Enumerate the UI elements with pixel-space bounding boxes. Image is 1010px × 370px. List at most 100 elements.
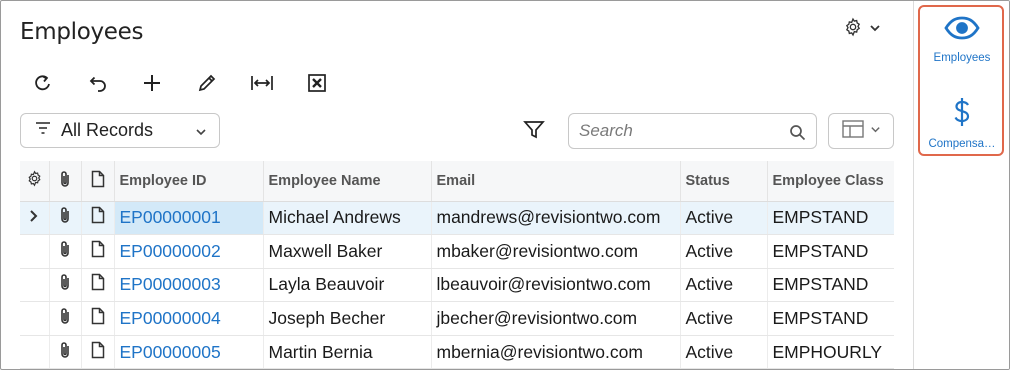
export-excel-icon — [307, 73, 327, 98]
search-input[interactable] — [579, 114, 779, 148]
table-row[interactable]: EP00000001 Michael Andrews mandrews@revisi… — [20, 201, 894, 236]
settings-menu-button[interactable] — [843, 17, 881, 42]
chevron-down-icon — [870, 122, 881, 140]
cell-employee-id[interactable]: EP00000004 — [113, 301, 263, 336]
cell-employee-id[interactable]: EP00000005 — [113, 335, 263, 369]
search-box — [568, 113, 817, 149]
table-row[interactable]: EP00000002 Maxwell Baker mbaker@revisiontw… — [20, 234, 894, 269]
cell-status[interactable]: Active — [679, 301, 767, 336]
undo-button[interactable] — [83, 71, 111, 99]
column-config-button[interactable] — [828, 113, 894, 149]
employee-id-link[interactable]: EP00000001 — [120, 207, 221, 227]
document-icon — [91, 307, 105, 329]
filter-select[interactable]: All Records — [20, 113, 220, 148]
main-panel: Employees All Records Search Employee ID… — [1, 1, 913, 369]
cell-status[interactable]: Active — [679, 234, 767, 269]
employee-id-link[interactable]: EP00000004 — [120, 308, 221, 328]
chevron-down-icon — [869, 21, 881, 39]
refresh-icon — [33, 73, 53, 98]
paperclip-icon — [59, 241, 71, 262]
cell-employee-class[interactable]: EMPSTAND — [766, 201, 894, 236]
chevron-right-icon — [29, 207, 39, 227]
attachments-header[interactable] — [48, 161, 81, 202]
cell-employee-class[interactable]: EMPHOURLY — [766, 335, 894, 369]
filter-select-value: All Records — [61, 120, 154, 140]
paperclip-icon — [59, 207, 71, 228]
cell-status[interactable]: Active — [679, 201, 767, 236]
table-columns-icon — [841, 119, 864, 143]
document-icon — [91, 207, 105, 228]
right-sidebar: Employees Compensa… — [913, 1, 1009, 369]
row-notes[interactable] — [80, 234, 114, 269]
cell-status[interactable]: Active — [679, 268, 767, 303]
column-header-employee-id[interactable]: Employee ID — [113, 161, 263, 202]
edit-button[interactable] — [193, 71, 221, 99]
row-selector[interactable] — [20, 201, 49, 236]
row-selector[interactable] — [20, 335, 49, 369]
cell-employee-class[interactable]: EMPSTAND — [766, 234, 894, 269]
add-button[interactable] — [138, 71, 166, 99]
row-attachments[interactable] — [48, 335, 81, 369]
document-icon — [91, 341, 105, 363]
table-body: EP00000001 Michael Andrews mandrews@revisi… — [20, 201, 894, 369]
row-attachments[interactable] — [48, 234, 81, 269]
table-row[interactable]: EP00000003 Layla Beauvoir lbeauvoir@revisi… — [20, 268, 894, 303]
table-header-row: Employee ID Employee Name Email Status E… — [20, 161, 894, 202]
notes-header[interactable] — [80, 161, 114, 202]
cell-email[interactable]: mbaker@revisiontwo.com — [430, 234, 680, 269]
row-settings-header[interactable] — [20, 161, 49, 202]
sidebar-item-compensation[interactable]: Compensa… — [920, 97, 1004, 150]
row-attachments[interactable] — [48, 201, 81, 236]
paperclip-icon — [59, 341, 71, 363]
filter-lines-icon — [35, 121, 51, 140]
column-header-email[interactable]: Email — [430, 161, 680, 202]
cell-status[interactable]: Active — [679, 335, 767, 369]
cell-email[interactable]: mandrews@revisiontwo.com — [430, 201, 680, 236]
employee-id-link[interactable]: EP00000002 — [120, 241, 221, 261]
employees-table: Employee ID Employee Name Email Status E… — [20, 161, 894, 369]
paperclip-icon — [59, 170, 71, 192]
cell-employee-class[interactable]: EMPSTAND — [766, 301, 894, 336]
cell-employee-name[interactable]: Maxwell Baker — [262, 234, 431, 269]
sidebar-item-label: Employees — [933, 52, 991, 64]
cell-employee-name[interactable]: Joseph Becher — [262, 301, 431, 336]
cell-email[interactable]: jbecher@revisiontwo.com — [430, 301, 680, 336]
cell-employee-id[interactable]: EP00000003 — [113, 268, 263, 303]
column-header-employee-name[interactable]: Employee Name — [262, 161, 431, 202]
document-icon — [91, 240, 105, 262]
eye-icon — [944, 15, 980, 46]
undo-icon — [86, 73, 108, 98]
refresh-button[interactable] — [29, 71, 57, 99]
gear-icon — [26, 170, 43, 191]
cell-email[interactable]: lbeauvoir@revisiontwo.com — [430, 268, 680, 303]
cell-employee-name[interactable]: Layla Beauvoir — [262, 268, 431, 303]
row-notes[interactable] — [80, 335, 114, 369]
filter-button[interactable] — [523, 119, 545, 146]
chevron-down-icon — [195, 125, 207, 143]
search-icon[interactable] — [789, 124, 806, 146]
table-row[interactable]: EP00000004 Joseph Becher jbecher@revisiont… — [20, 301, 894, 336]
fit-columns-button[interactable] — [248, 71, 276, 99]
export-excel-button[interactable] — [303, 71, 331, 99]
row-attachments[interactable] — [48, 268, 81, 303]
column-header-employee-class[interactable]: Employee Class — [766, 161, 894, 202]
employee-id-link[interactable]: EP00000003 — [120, 274, 221, 294]
table-row[interactable]: EP00000005 Martin Bernia mbernia@revisiont… — [20, 335, 894, 369]
row-notes[interactable] — [80, 268, 114, 303]
row-selector[interactable] — [20, 234, 49, 269]
sidebar-item-label: Compensa… — [928, 138, 996, 150]
cell-email[interactable]: mbernia@revisiontwo.com — [430, 335, 680, 369]
row-selector[interactable] — [20, 301, 49, 336]
employee-id-link[interactable]: EP00000005 — [120, 342, 221, 362]
cell-employee-class[interactable]: EMPSTAND — [766, 268, 894, 303]
row-notes[interactable] — [80, 201, 114, 236]
row-notes[interactable] — [80, 301, 114, 336]
row-selector[interactable] — [20, 268, 49, 303]
row-attachments[interactable] — [48, 301, 81, 336]
cell-employee-id[interactable]: EP00000002 — [113, 234, 263, 269]
cell-employee-name[interactable]: Martin Bernia — [262, 335, 431, 369]
cell-employee-name[interactable]: Michael Andrews — [262, 201, 431, 236]
sidebar-item-employees[interactable]: Employees — [920, 15, 1004, 64]
cell-employee-id[interactable]: EP00000001 — [113, 201, 263, 236]
column-header-status[interactable]: Status — [679, 161, 767, 202]
